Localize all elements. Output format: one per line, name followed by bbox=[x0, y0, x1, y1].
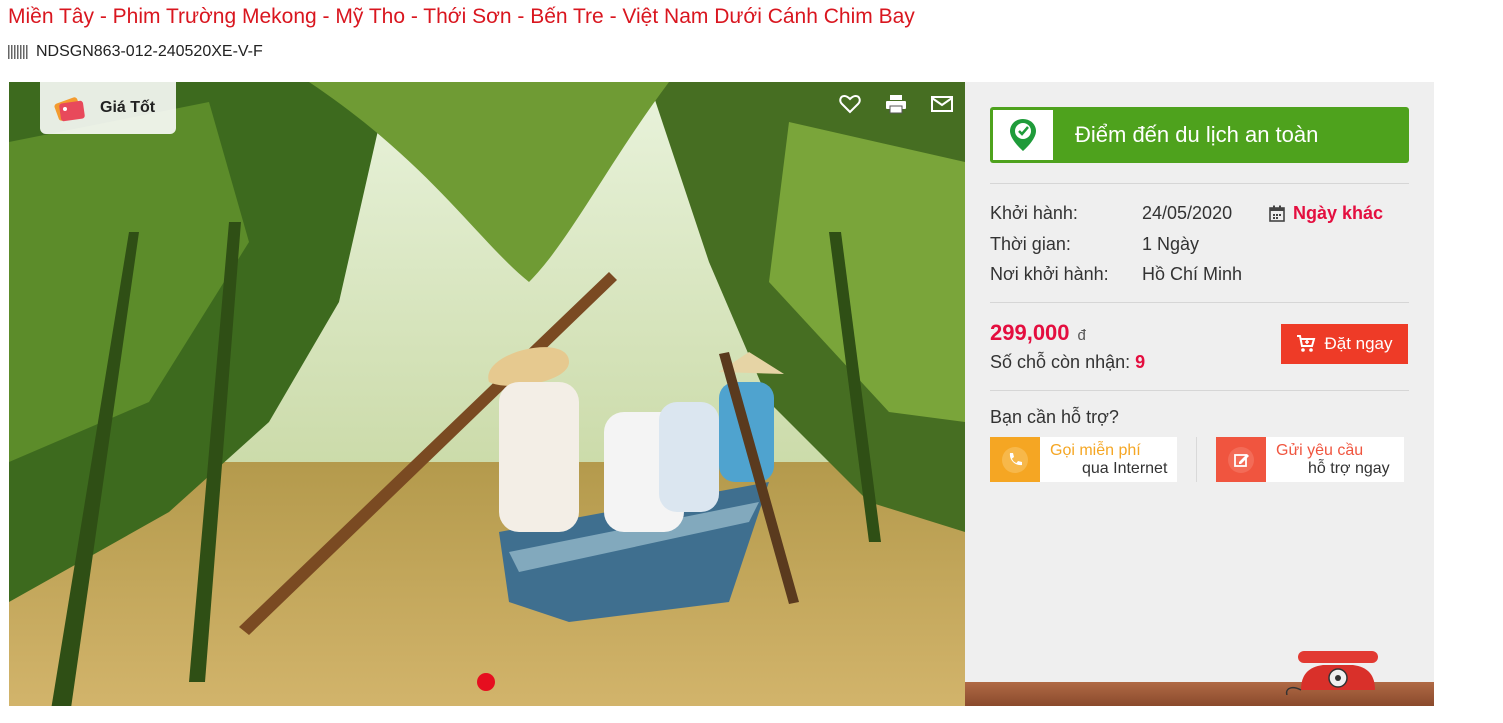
tour-code: NDSGN863-012-240520XE-V-F bbox=[36, 43, 263, 60]
origin-label: Nơi khởi hành: bbox=[990, 264, 1109, 284]
safe-destination-label: Điểm đến du lịch an toàn bbox=[1075, 122, 1319, 147]
edit-icon bbox=[1216, 437, 1266, 482]
print-icon[interactable] bbox=[884, 92, 908, 116]
duration-value: 1 Ngày bbox=[1142, 234, 1200, 254]
origin-value: Hồ Chí Minh bbox=[1142, 264, 1243, 284]
tag-icon bbox=[54, 97, 85, 122]
free-call-line1: Gọi miễn phí bbox=[1050, 441, 1141, 459]
tour-photo[interactable] bbox=[9, 82, 965, 706]
price-value: 299,000 bbox=[990, 320, 1070, 345]
tour-title: Miền Tây - Phim Trường Mekong - Mỹ Tho -… bbox=[8, 5, 915, 28]
cart-icon bbox=[1297, 335, 1316, 352]
best-price-badge: Giá Tốt bbox=[40, 82, 176, 134]
river-scene-image bbox=[9, 82, 965, 706]
price-unit: đ bbox=[1077, 327, 1086, 344]
telephone-illustration bbox=[1285, 651, 1378, 695]
book-now-label: Đặt ngay bbox=[1324, 334, 1393, 353]
request-line1: Gửi yêu cầu bbox=[1276, 441, 1364, 459]
departure-row: Khởi hành: 24/05/2020 bbox=[990, 203, 1232, 224]
duration-label: Thời gian: bbox=[990, 234, 1071, 254]
seats-label: Số chỗ còn nhận: bbox=[990, 352, 1131, 372]
seats-count: 9 bbox=[1135, 352, 1146, 372]
divider bbox=[990, 302, 1409, 303]
support-request-button[interactable]: Gửi yêu cầu hỗ trợ ngay bbox=[1216, 437, 1404, 482]
badge-label: Giá Tốt bbox=[100, 99, 156, 116]
divider bbox=[990, 390, 1409, 391]
other-dates-label: Ngày khác bbox=[1293, 203, 1384, 223]
free-call-line2: qua Internet bbox=[1082, 459, 1168, 477]
free-call-button[interactable]: Gọi miễn phí qua Internet bbox=[990, 437, 1177, 482]
origin-row: Nơi khởi hành: Hồ Chí Minh bbox=[990, 264, 1242, 285]
divider bbox=[1196, 437, 1197, 482]
barcode-icon bbox=[8, 45, 28, 59]
divider bbox=[990, 183, 1409, 184]
support-title: Bạn cần hỗ trợ? bbox=[990, 407, 1119, 427]
duration-row: Thời gian: 1 Ngày bbox=[990, 234, 1199, 255]
booking-panel: Điểm đến du lịch an toàn Khởi hành: 24/05… bbox=[965, 82, 1434, 706]
calendar-icon bbox=[1269, 205, 1285, 222]
tour-code-row: NDSGN863-012-240520XE-V-F bbox=[8, 43, 263, 61]
departure-value: 24/05/2020 bbox=[1142, 203, 1233, 223]
book-now-button[interactable]: Đặt ngay bbox=[1281, 324, 1408, 364]
heart-icon[interactable] bbox=[838, 92, 862, 116]
request-line2: hỗ trợ ngay bbox=[1308, 459, 1390, 477]
price: 299,000 đ bbox=[990, 320, 1086, 346]
safe-destination-banner[interactable]: Điểm đến du lịch an toàn bbox=[990, 107, 1409, 163]
departure-label: Khởi hành: bbox=[990, 203, 1078, 223]
carousel-dot[interactable] bbox=[477, 673, 495, 691]
location-check-icon bbox=[993, 110, 1053, 160]
mail-icon[interactable] bbox=[930, 92, 954, 116]
photo-actions bbox=[838, 92, 954, 116]
other-dates-link[interactable]: Ngày khác bbox=[1269, 203, 1383, 224]
phone-icon bbox=[990, 437, 1040, 482]
seats-remaining: Số chỗ còn nhận: 9 bbox=[990, 352, 1145, 373]
